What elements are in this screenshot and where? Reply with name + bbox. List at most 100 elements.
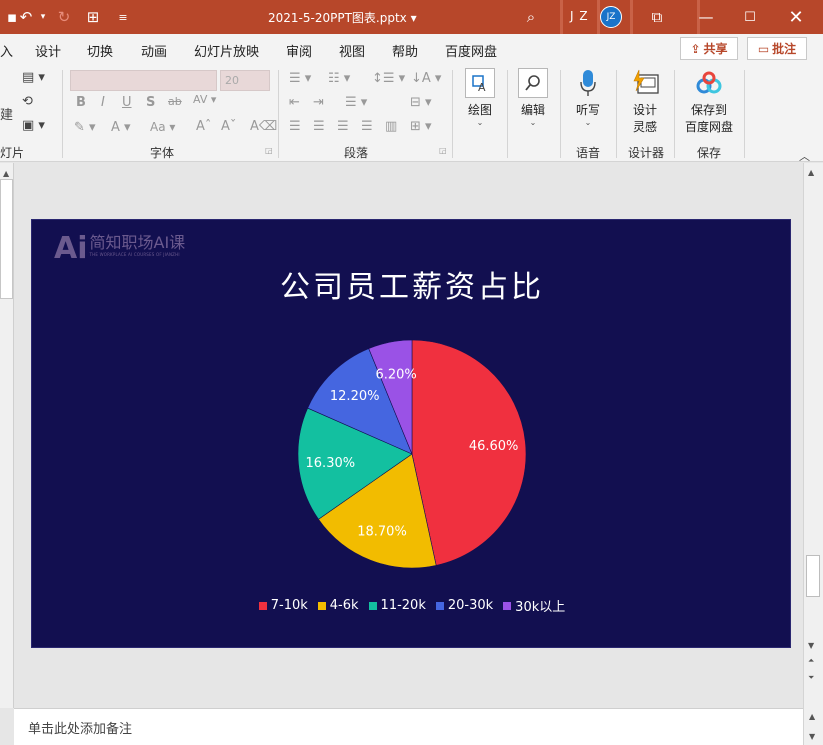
legend-item[interactable]: 4-6k bbox=[317, 596, 359, 615]
decrease-font-icon[interactable]: Aˇ bbox=[221, 119, 236, 134]
vertical-scrollbar[interactable]: ▲ ▼ ⏶ ⏷ bbox=[803, 163, 823, 708]
group-label-designer: 设计器 bbox=[628, 146, 665, 160]
tab-view[interactable]: 视图 bbox=[339, 41, 365, 60]
scroll-up-icon[interactable]: ▲ bbox=[809, 712, 815, 721]
font-name-input[interactable] bbox=[70, 70, 217, 91]
document-title[interactable]: 2021-5-20PPT图表.pptx ▾ bbox=[268, 9, 417, 26]
save-baidu-label-1: 保存到 bbox=[690, 103, 727, 117]
scroll-down-icon[interactable]: ▼ bbox=[809, 732, 815, 741]
maximize-icon[interactable]: ☐ bbox=[740, 7, 760, 27]
tab-slideshow[interactable]: 幻灯片放映 bbox=[194, 41, 259, 60]
minimize-icon[interactable]: — bbox=[696, 7, 716, 27]
scrollbar-thumb[interactable] bbox=[806, 555, 820, 597]
increase-indent-icon[interactable]: ⇥ bbox=[313, 95, 324, 110]
ribbon-separator bbox=[674, 70, 675, 158]
columns-icon[interactable]: ☰ ▾ bbox=[345, 95, 367, 110]
tab-animations[interactable]: 动画 bbox=[141, 41, 167, 60]
scroll-up-icon[interactable]: ▲ bbox=[3, 169, 9, 178]
collapse-ribbon-icon[interactable]: ︿ bbox=[799, 148, 810, 164]
numbering-icon[interactable]: ☷ ▾ bbox=[328, 71, 350, 86]
legend-swatch bbox=[368, 601, 377, 610]
tab-review[interactable]: 审阅 bbox=[286, 41, 312, 60]
bullets-icon[interactable]: ☰ ▾ bbox=[289, 71, 311, 86]
legend-item[interactable]: 11-20k bbox=[368, 596, 426, 615]
scroll-up-icon[interactable]: ▲ bbox=[808, 168, 814, 177]
smartart-icon[interactable]: ⊞ ▾ bbox=[410, 119, 432, 134]
font-dialog-launcher-icon[interactable]: ◲ bbox=[265, 146, 273, 155]
notes-pane[interactable]: 单击此处添加备注 bbox=[14, 708, 803, 745]
font-size-input[interactable]: 20 bbox=[220, 70, 270, 91]
legend-swatch bbox=[503, 601, 512, 610]
shadow-icon[interactable]: S bbox=[146, 95, 155, 110]
align-right-icon[interactable]: ☰ bbox=[337, 119, 349, 134]
comments-button[interactable]: ▭ 批注 bbox=[747, 37, 807, 60]
legend-swatch bbox=[435, 601, 444, 610]
clear-formatting-icon[interactable]: A⌫ bbox=[250, 119, 277, 134]
bold-icon[interactable]: B bbox=[76, 95, 86, 110]
legend-item[interactable]: 20-30k bbox=[435, 596, 493, 615]
chart-legend[interactable]: 7-10k 4-6k 11-20k 20-30k 30k以上 bbox=[32, 596, 792, 615]
character-spacing-icon[interactable]: AV ▾ bbox=[193, 93, 216, 106]
decrease-indent-icon[interactable]: ⇤ bbox=[289, 95, 300, 110]
close-icon[interactable]: ✕ bbox=[786, 7, 806, 28]
notes-scrollbar[interactable]: ▲ ▼ bbox=[803, 708, 823, 745]
highlight-icon[interactable]: ✎ ▾ bbox=[74, 120, 96, 135]
tab-transitions[interactable]: 切换 bbox=[87, 41, 113, 60]
next-slide-icon[interactable]: ⏷ bbox=[808, 673, 814, 683]
legend-swatch bbox=[317, 601, 326, 610]
distributed-icon[interactable]: ▥ bbox=[385, 119, 397, 134]
align-center-icon[interactable]: ☰ bbox=[313, 119, 325, 134]
ribbon-separator bbox=[744, 70, 745, 158]
strikethrough-icon[interactable]: ab bbox=[168, 95, 182, 108]
search-icon[interactable]: ⌕ bbox=[521, 7, 541, 27]
align-text-icon[interactable]: ⊟ ▾ bbox=[410, 95, 432, 110]
save-baidu-label-2: 百度网盘 bbox=[684, 120, 733, 134]
line-spacing-icon[interactable]: ↕☰ ▾ bbox=[372, 71, 405, 86]
text-direction-icon[interactable]: ↓A ▾ bbox=[411, 71, 441, 86]
data-label: 16.30% bbox=[306, 456, 356, 471]
design-ideas-button[interactable]: 设计 灵感 bbox=[622, 68, 668, 135]
ribbon-separator bbox=[507, 70, 508, 158]
search-icon bbox=[518, 68, 548, 98]
ribbon-display-options-icon[interactable]: ⧉ bbox=[647, 7, 667, 27]
tab-baidu-netdisk[interactable]: 百度网盘 bbox=[445, 41, 497, 60]
reset-slide-icon[interactable]: ⟲ bbox=[22, 94, 33, 109]
save-to-baidu-button[interactable]: 保存到 百度网盘 bbox=[681, 68, 737, 135]
legend-label: 11-20k bbox=[380, 598, 426, 613]
thumbnail-pane[interactable]: ▲ bbox=[0, 163, 14, 708]
font-color-icon[interactable]: A ▾ bbox=[111, 120, 131, 135]
share-button[interactable]: ⇪ 共享 bbox=[680, 37, 738, 60]
ribbon-separator bbox=[452, 70, 453, 158]
legend-item[interactable]: 7-10k bbox=[258, 596, 308, 615]
editing-button[interactable]: 编辑 ⌄ bbox=[513, 68, 553, 127]
notes-placeholder[interactable]: 单击此处添加备注 bbox=[28, 718, 132, 737]
dictate-button[interactable]: 听写 ⌄ bbox=[568, 68, 608, 127]
new-slide-label[interactable]: 建 bbox=[0, 104, 13, 123]
drawing-button[interactable]: A 绘图 ⌄ bbox=[460, 68, 500, 127]
tab-insert[interactable]: 入 bbox=[0, 41, 13, 60]
increase-font-icon[interactable]: Aˆ bbox=[196, 119, 211, 134]
scroll-down-icon[interactable]: ▼ bbox=[808, 641, 814, 650]
italic-icon[interactable]: I bbox=[101, 95, 105, 110]
thumbnail-scroll-thumb[interactable] bbox=[0, 179, 13, 299]
user-name[interactable]: J Z bbox=[570, 9, 589, 23]
paragraph-dialog-launcher-icon[interactable]: ◲ bbox=[439, 146, 447, 155]
pie-chart[interactable]: 46.60% 18.70% 16.30% 12.20% 6.20% bbox=[32, 220, 792, 649]
underline-icon[interactable]: U bbox=[122, 95, 132, 110]
avatar[interactable]: JZ bbox=[600, 6, 622, 28]
section-icon[interactable]: ▣ ▾ bbox=[22, 118, 45, 133]
tab-help[interactable]: 帮助 bbox=[392, 41, 418, 60]
redo-icon[interactable]: ↻ bbox=[54, 7, 74, 27]
start-from-beginning-icon[interactable]: ⊞ bbox=[83, 7, 103, 27]
layout-icon[interactable]: ▤ ▾ bbox=[22, 70, 45, 85]
menu-bar: 入 设计 切换 动画 幻灯片放映 审阅 视图 帮助 百度网盘 ⇪ 共享 ▭ 批注 bbox=[0, 34, 823, 64]
undo-dropdown-icon[interactable]: ▾ bbox=[33, 7, 53, 27]
previous-slide-icon[interactable]: ⏶ bbox=[808, 656, 814, 666]
align-left-icon[interactable]: ☰ bbox=[289, 119, 301, 134]
customize-toolbar-icon[interactable]: ≡ bbox=[113, 7, 133, 27]
slide-canvas[interactable]: Ai 简知职场AI课 THE WORKPLACE AI COURSES OF J… bbox=[31, 219, 791, 648]
justify-icon[interactable]: ☰ bbox=[361, 119, 373, 134]
change-case-icon[interactable]: Aa ▾ bbox=[150, 120, 175, 134]
tab-design[interactable]: 设计 bbox=[35, 41, 61, 60]
legend-item[interactable]: 30k以上 bbox=[503, 596, 565, 615]
